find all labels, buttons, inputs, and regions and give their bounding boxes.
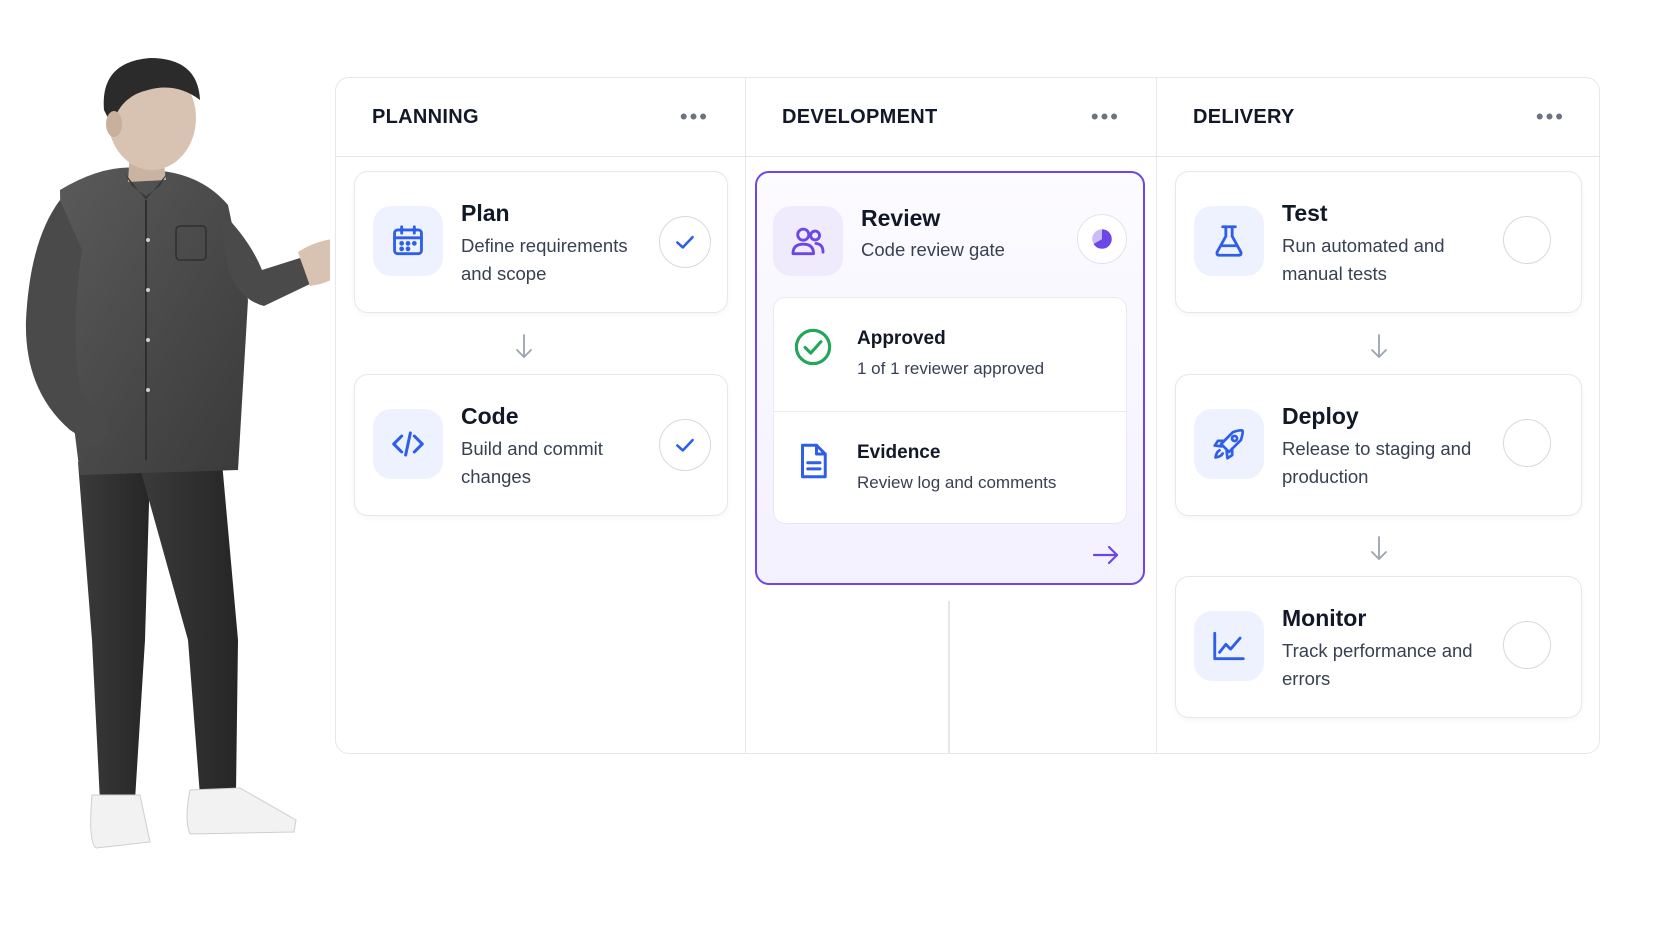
arrow-right-icon[interactable]	[1091, 541, 1121, 569]
step-title: Plan	[461, 200, 510, 226]
status-in-progress	[1077, 214, 1127, 264]
arrow-down-icon	[1371, 536, 1387, 560]
step-title: Test	[1282, 200, 1328, 226]
column-title: DELIVERY	[1193, 105, 1295, 128]
step-description: Track performance and errors	[1282, 640, 1473, 689]
column-title: DEVELOPMENT	[782, 105, 938, 128]
status-pending	[1503, 419, 1551, 467]
code-icon	[373, 409, 443, 479]
step-card-code[interactable]: Code Build and commit changes	[354, 374, 728, 516]
status-complete	[659, 419, 711, 471]
step-description: Code review gate	[861, 239, 1005, 260]
step-title: Deploy	[1282, 403, 1359, 429]
workflow-board: PLANNING ••• Plan Define requirements an	[335, 77, 1600, 754]
step-description: Release to staging and production	[1282, 438, 1472, 487]
column-title: PLANNING	[372, 105, 479, 128]
column-development: DEVELOPMENT ••• Review Code review gate	[746, 78, 1157, 753]
check-icon	[676, 438, 694, 452]
review-approved-row[interactable]: Approved 1 of 1 reviewer approved	[774, 298, 1126, 411]
status-pending	[1503, 216, 1551, 264]
chart-line-icon	[1194, 611, 1264, 681]
review-details: Approved 1 of 1 reviewer approved Eviden…	[773, 297, 1127, 524]
calendar-icon	[373, 206, 443, 276]
step-title: Code	[461, 403, 519, 429]
step-title: Review	[861, 205, 941, 231]
step-card-monitor[interactable]: Monitor Track performance and errors	[1175, 576, 1582, 718]
column-planning: PLANNING ••• Plan Define requirements an	[336, 78, 746, 753]
step-description: Run automated and manual tests	[1282, 235, 1445, 284]
step-description: Define requirements and scope	[461, 235, 628, 284]
check-circle-icon	[794, 328, 832, 366]
status-complete	[659, 216, 711, 268]
more-horizontal-icon[interactable]: •••	[680, 106, 709, 128]
arrow-down-icon	[1371, 334, 1387, 358]
file-icon	[801, 443, 827, 479]
step-card-review[interactable]: Review Code review gate Approved 1 of 1 …	[755, 171, 1145, 585]
step-description: Build and commit changes	[461, 438, 603, 487]
step-title: Monitor	[1282, 605, 1367, 631]
column-divider	[948, 601, 950, 753]
approved-description: 1 of 1 reviewer approved	[857, 359, 1045, 378]
progress-pie-icon	[1092, 229, 1112, 249]
approved-title: Approved	[857, 328, 946, 349]
status-pending	[1503, 621, 1551, 669]
person-illustration	[25, 58, 330, 849]
column-header-development: DEVELOPMENT •••	[746, 78, 1156, 157]
more-horizontal-icon[interactable]: •••	[1536, 106, 1565, 128]
step-card-deploy[interactable]: Deploy Release to staging and production	[1175, 374, 1582, 516]
column-header-planning: PLANNING •••	[336, 78, 745, 157]
check-icon	[676, 235, 694, 249]
review-evidence-row[interactable]: Evidence Review log and comments	[774, 411, 1126, 523]
arrow-down-icon	[516, 334, 532, 358]
evidence-description: Review log and comments	[857, 473, 1057, 492]
rocket-icon	[1194, 409, 1264, 479]
column-delivery: DELIVERY ••• Test Run automated and manu…	[1157, 78, 1599, 753]
flask-icon	[1194, 206, 1264, 276]
users-icon	[773, 206, 843, 276]
more-horizontal-icon[interactable]: •••	[1091, 106, 1120, 128]
column-header-delivery: DELIVERY •••	[1157, 78, 1599, 157]
step-card-plan[interactable]: Plan Define requirements and scope	[354, 171, 728, 313]
step-card-test[interactable]: Test Run automated and manual tests	[1175, 171, 1582, 313]
evidence-title: Evidence	[857, 442, 941, 463]
